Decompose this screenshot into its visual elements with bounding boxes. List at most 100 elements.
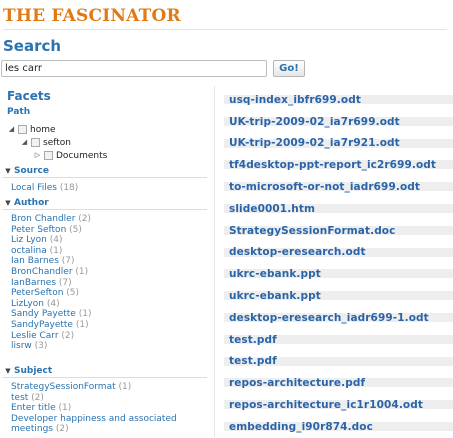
tree-node-label[interactable]: Documents: [56, 151, 107, 161]
facet-count: (1): [78, 309, 92, 320]
search-heading: Search: [3, 37, 62, 55]
app-logo: The Fascinator: [3, 6, 181, 26]
folder-icon: [44, 151, 53, 160]
subject-facet-title: Subject: [14, 365, 53, 376]
tree-node-label[interactable]: sefton: [43, 138, 71, 148]
result-link[interactable]: UK-trip-2009-02_ia7r921.odt: [224, 137, 400, 149]
facet-count: (18): [59, 183, 79, 193]
facet-item[interactable]: IanBarnes (7): [11, 278, 91, 289]
result-link[interactable]: desktop-eresearch_iadr699-1.odt: [224, 312, 429, 324]
facet-item[interactable]: Enter title (1): [11, 403, 201, 414]
result-link[interactable]: slide0001.htm: [224, 203, 315, 215]
facet-item[interactable]: Peter Sefton (5): [11, 225, 91, 236]
author-facet-header[interactable]: ▼ Author: [2, 196, 207, 210]
result-list: usq-index_ibfr699.odt UK-trip-2009-02_ia…: [224, 89, 453, 438]
results-panel: usq-index_ibfr699.odt UK-trip-2009-02_ia…: [214, 86, 453, 437]
result-link[interactable]: desktop-eresearch.odt: [224, 246, 366, 258]
result-link[interactable]: ukrc-ebank.ppt: [224, 290, 321, 302]
facet-item[interactable]: Ian Barnes (7): [11, 256, 91, 267]
facet-count: (3): [34, 341, 48, 352]
facet-item[interactable]: Sandy Payette (1): [11, 309, 91, 320]
result-link[interactable]: embedding_i90r874.doc: [224, 421, 373, 433]
result-link[interactable]: ukrc-ebank.ppt: [224, 268, 321, 280]
result-item: usq-index_ibfr699.odt: [224, 89, 453, 111]
result-link[interactable]: repos-architecture.pdf: [224, 377, 365, 389]
results-divider: [214, 86, 215, 437]
search-input[interactable]: [1, 60, 267, 77]
triangle-down-icon[interactable]: ▼: [2, 199, 14, 207]
author-facet-title: Author: [14, 197, 49, 208]
tree-node-home[interactable]: ◢ home: [7, 123, 56, 136]
facet-count: (5): [69, 224, 82, 235]
result-item: repos-architecture.pdf: [224, 372, 453, 394]
triangle-down-icon[interactable]: ▼: [2, 167, 14, 175]
result-item: test.pdf: [224, 351, 453, 373]
result-link[interactable]: usq-index_ibfr699.odt: [224, 94, 361, 106]
facet-count: (5): [66, 288, 80, 299]
result-item: ukrc-ebank.ppt: [224, 285, 453, 307]
result-link[interactable]: test.pdf: [224, 334, 277, 346]
triangle-down-icon[interactable]: ◢: [7, 123, 16, 136]
result-item: test.pdf: [224, 329, 453, 351]
tree-node-sefton[interactable]: ◢ sefton: [20, 136, 71, 149]
facet-count: (2): [31, 392, 44, 403]
result-item: ukrc-ebank.ppt: [224, 263, 453, 285]
result-link[interactable]: StrategySessionFormat.doc: [224, 225, 395, 237]
subject-facet-list: StrategySessionFormat (1) test (2) Enter…: [11, 382, 201, 435]
facet-item[interactable]: SandyPayette (1): [11, 320, 91, 331]
tree-node-documents[interactable]: ▷ Documents: [33, 149, 108, 162]
folder-icon: [18, 125, 27, 134]
facet-count: (4): [46, 298, 60, 309]
facet-item[interactable]: StrategySessionFormat (1): [11, 382, 201, 393]
result-item: to-microsoft-or-not_iadr699.odt: [224, 176, 453, 198]
result-link[interactable]: repos-architecture_ic1r1004.odt: [224, 399, 423, 411]
facet-item[interactable]: Bron Chandler (2): [11, 214, 91, 225]
result-item: desktop-eresearch_iadr699-1.odt: [224, 307, 453, 329]
facet-count: (1): [75, 266, 89, 277]
facet-count: (7): [61, 256, 75, 267]
result-link[interactable]: to-microsoft-or-not_iadr699.odt: [224, 181, 420, 193]
facet-count: (2): [78, 214, 92, 224]
subject-facet-header[interactable]: ▼ Subject: [2, 364, 207, 378]
result-item: StrategySessionFormat.doc: [224, 220, 453, 242]
facet-item[interactable]: lisrw (3): [11, 341, 91, 352]
facet-count: (2): [61, 330, 75, 341]
path-facet-label: Path: [7, 107, 31, 117]
facet-item[interactable]: Developer happiness and associated meeti…: [11, 414, 201, 435]
result-item: UK-trip-2009-02_ia7r699.odt: [224, 111, 453, 133]
result-item: slide0001.htm: [224, 198, 453, 220]
result-item: UK-trip-2009-02_ia7r921.odt: [224, 133, 453, 155]
tree-node-label[interactable]: home: [30, 125, 56, 135]
facet-count: (1): [75, 319, 89, 330]
result-link[interactable]: test.pdf: [224, 355, 277, 367]
facet-count: (1): [58, 403, 72, 414]
source-facet-list: Local Files (18): [11, 183, 78, 194]
facet-item[interactable]: Liz Lyon (4): [11, 235, 91, 246]
author-facet-list: Bron Chandler (2) Peter Sefton (5) Liz L…: [11, 214, 91, 352]
triangle-down-icon[interactable]: ◢: [20, 136, 29, 149]
header-divider: [3, 29, 447, 30]
facet-count: (1): [49, 245, 63, 256]
facet-item[interactable]: test (2): [11, 393, 201, 404]
facet-item[interactable]: Local Files (18): [11, 183, 78, 194]
result-item: repos-architecture_ic1r1004.odt: [224, 394, 453, 416]
facet-count: (1): [118, 382, 132, 392]
facet-item[interactable]: octalina (1): [11, 246, 91, 257]
result-item: embedding_i90r874.doc: [224, 416, 453, 438]
facet-item[interactable]: Leslie Carr (2): [11, 331, 91, 342]
source-facet-header[interactable]: ▼ Source: [2, 164, 207, 178]
facets-panel: Facets Path ◢ home ◢ sefton ▷ Documents …: [0, 86, 212, 437]
facets-heading: Facets: [7, 89, 51, 103]
facet-item[interactable]: PeterSefton (5): [11, 288, 91, 299]
result-item: tf4desktop-ppt-report_ic2r699.odt: [224, 154, 453, 176]
result-link[interactable]: UK-trip-2009-02_ia7r699.odt: [224, 116, 400, 128]
go-button[interactable]: Go!: [273, 60, 305, 77]
facet-count: (2): [55, 424, 69, 435]
result-link[interactable]: tf4desktop-ppt-report_ic2r699.odt: [224, 159, 436, 171]
facet-item[interactable]: BronChandler (1): [11, 267, 91, 278]
triangle-right-icon[interactable]: ▷: [33, 149, 42, 162]
source-facet-title: Source: [14, 165, 49, 176]
facet-count: (4): [49, 235, 63, 246]
facet-item[interactable]: LizLyon (4): [11, 299, 91, 310]
triangle-down-icon[interactable]: ▼: [2, 367, 14, 375]
